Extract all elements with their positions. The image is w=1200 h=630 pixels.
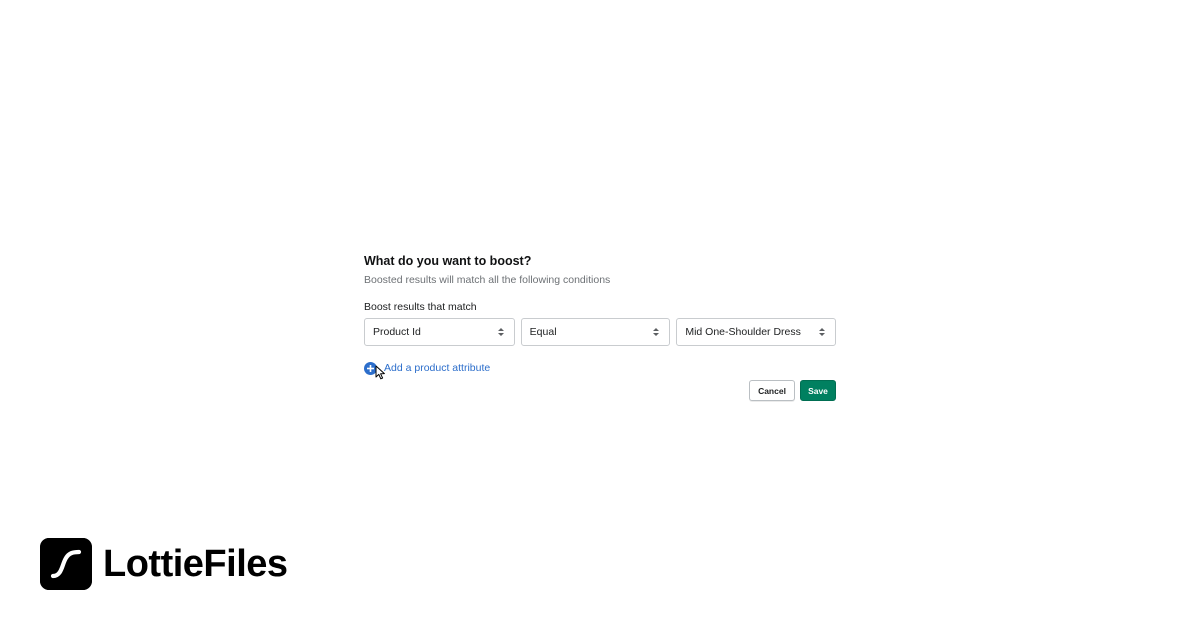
attribute-select-value: Product Id [373, 326, 421, 338]
value-select-value: Mid One-Shoulder Dress [685, 326, 801, 338]
form-actions: Cancel Save [749, 380, 836, 401]
chevron-up-down-icon [819, 328, 825, 336]
value-select[interactable]: Mid One-Shoulder Dress [676, 318, 836, 346]
operator-select-value: Equal [529, 326, 557, 338]
save-button[interactable]: Save [800, 380, 836, 401]
add-attribute-label: Add a product attribute [384, 362, 491, 374]
mouse-pointer-icon [375, 365, 385, 380]
page-title: What do you want to boost? [364, 254, 532, 268]
condition-row: Product Id Equal Mid One-Shoulder Dress [364, 318, 836, 346]
cancel-button[interactable]: Cancel [749, 380, 795, 401]
boost-conditions-panel: What do you want to boost? Boosted resul… [364, 252, 836, 401]
page-subtitle: Boosted results will match all the follo… [364, 274, 611, 286]
brand-wordmark: LottieFiles [103, 543, 288, 585]
match-label: Boost results that match [364, 301, 477, 313]
chevron-up-down-icon [497, 328, 504, 336]
operator-select[interactable]: Equal [520, 318, 671, 346]
attribute-select[interactable]: Product Id [364, 318, 515, 346]
brand-lockup: LottieFiles [40, 538, 288, 590]
lottiefiles-logo-icon [40, 538, 92, 590]
chevron-up-down-icon [653, 328, 660, 336]
